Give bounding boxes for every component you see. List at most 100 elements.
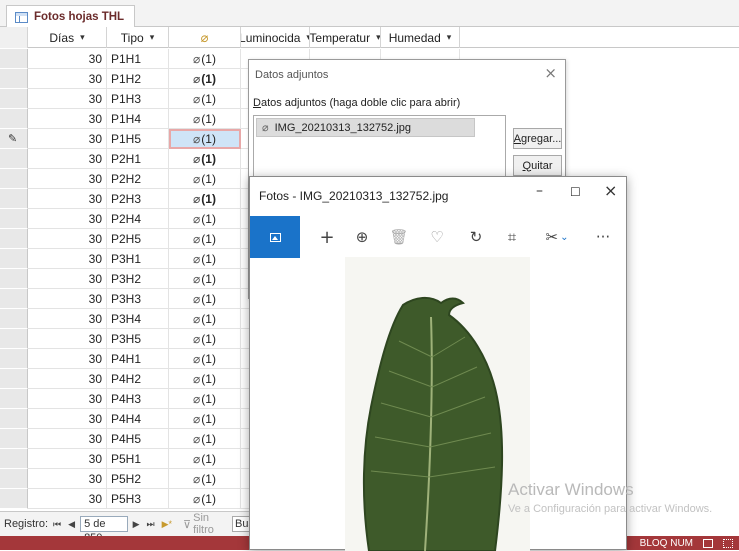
cell-attachment[interactable]: ⌀ (1) xyxy=(169,229,241,249)
record-selector[interactable] xyxy=(0,429,28,449)
cell-tipo[interactable]: P5H2 xyxy=(107,469,169,489)
cell-dias[interactable]: 30 xyxy=(28,489,107,509)
maximize-button[interactable]: ☐ xyxy=(570,185,581,199)
cell-tipo[interactable]: P2H4 xyxy=(107,209,169,229)
cell-tipo[interactable]: P2H3 xyxy=(107,189,169,209)
cell-attachment[interactable]: ⌀ (1) xyxy=(169,369,241,389)
add-icon[interactable]: + xyxy=(312,216,342,258)
column-header-dias[interactable]: Días ▾ xyxy=(28,27,107,48)
record-selector[interactable] xyxy=(0,489,28,509)
cell-dias[interactable]: 30 xyxy=(28,289,107,309)
design-view-icon[interactable] xyxy=(723,538,733,548)
last-record-button[interactable]: ⏭ xyxy=(145,519,157,530)
cell-tipo[interactable]: P2H2 xyxy=(107,169,169,189)
record-selector[interactable] xyxy=(0,249,28,269)
cell-dias[interactable]: 30 xyxy=(28,129,107,149)
more-options-button[interactable]: ··· xyxy=(588,216,618,258)
cell-tipo[interactable]: P3H1 xyxy=(107,249,169,269)
cell-attachment[interactable]: ⌀ (1) xyxy=(169,269,241,289)
record-selector[interactable] xyxy=(0,309,28,329)
cell-attachment[interactable]: ⌀ (1) xyxy=(169,169,241,189)
delete-icon[interactable]: 🗑︎ xyxy=(384,216,414,258)
record-selector[interactable] xyxy=(0,289,28,309)
column-header-luminosidad[interactable]: Luminocida▾ xyxy=(241,27,310,48)
cell-attachment[interactable]: ⌀ (1) xyxy=(169,429,241,449)
cell-tipo[interactable]: P4H2 xyxy=(107,369,169,389)
record-selector[interactable] xyxy=(0,49,28,69)
cell-tipo[interactable]: P4H1 xyxy=(107,349,169,369)
cell-tipo[interactable]: P3H2 xyxy=(107,269,169,289)
cell-dias[interactable]: 30 xyxy=(28,449,107,469)
record-selector[interactable] xyxy=(0,209,28,229)
cell-tipo[interactable]: P1H1 xyxy=(107,49,169,69)
cell-tipo[interactable]: P4H4 xyxy=(107,409,169,429)
cell-attachment[interactable]: ⌀ (1) xyxy=(169,89,241,109)
cell-dias[interactable]: 30 xyxy=(28,389,107,409)
filter-toggle[interactable]: ⊽ Sin filtro xyxy=(183,512,229,536)
dialog-close-button[interactable]: × xyxy=(544,64,557,82)
cell-tipo[interactable]: P5H3 xyxy=(107,489,169,509)
cell-attachment[interactable]: ⌀ (1) xyxy=(169,149,241,169)
new-record-button[interactable]: ▶* xyxy=(160,519,174,530)
cell-attachment[interactable]: ⌀ (1) xyxy=(169,249,241,269)
cell-attachment[interactable]: ⌀ (1) xyxy=(169,69,241,89)
datasheet-view-icon[interactable] xyxy=(703,538,713,548)
crop-icon[interactable]: ⌗ xyxy=(497,216,527,258)
cell-dias[interactable]: 30 xyxy=(28,409,107,429)
tab-fotos-hojas-thl[interactable]: Fotos hojas THL xyxy=(6,5,136,28)
cell-dias[interactable]: 30 xyxy=(28,209,107,229)
cell-dias[interactable]: 30 xyxy=(28,189,107,209)
cell-attachment[interactable]: ⌀ (1) xyxy=(169,389,241,409)
cell-dias[interactable]: 30 xyxy=(28,69,107,89)
rotate-icon[interactable]: ↻ xyxy=(461,216,491,258)
cell-tipo[interactable]: P2H5 xyxy=(107,229,169,249)
cell-tipo[interactable]: P3H3 xyxy=(107,289,169,309)
column-header-temperatura[interactable]: Temperatur ▾ xyxy=(310,27,381,48)
first-record-button[interactable]: ⏮ xyxy=(51,519,63,530)
cell-attachment[interactable]: ⌀ (1) xyxy=(169,129,241,149)
dropdown-arrow-icon[interactable]: ▾ xyxy=(80,32,85,43)
column-header-humedad[interactable]: Humedad ▾ xyxy=(381,27,460,48)
record-selector[interactable] xyxy=(0,229,28,249)
record-selector[interactable] xyxy=(0,189,28,209)
cell-dias[interactable]: 30 xyxy=(28,89,107,109)
cell-tipo[interactable]: P5H1 xyxy=(107,449,169,469)
cell-dias[interactable]: 30 xyxy=(28,469,107,489)
cell-attachment[interactable]: ⌀ (1) xyxy=(169,49,241,69)
cell-dias[interactable]: 30 xyxy=(28,329,107,349)
cell-attachment[interactable]: ⌀ (1) xyxy=(169,189,241,209)
record-selector[interactable] xyxy=(0,69,28,89)
record-selector[interactable] xyxy=(0,469,28,489)
record-selector[interactable] xyxy=(0,149,28,169)
cell-attachment[interactable]: ⌀ (1) xyxy=(169,409,241,429)
cell-tipo[interactable]: P3H4 xyxy=(107,309,169,329)
next-record-button[interactable]: ▶ xyxy=(131,519,142,530)
cell-dias[interactable]: 30 xyxy=(28,49,107,69)
cell-dias[interactable]: 30 xyxy=(28,429,107,449)
attachment-item[interactable]: ⌀ IMG_20210313_132752.jpg xyxy=(256,118,475,137)
cell-tipo[interactable]: P3H5 xyxy=(107,329,169,349)
cell-attachment[interactable]: ⌀ (1) xyxy=(169,109,241,129)
record-selector[interactable] xyxy=(0,269,28,289)
cell-dias[interactable]: 30 xyxy=(28,169,107,189)
cell-attachment[interactable]: ⌀ (1) xyxy=(169,349,241,369)
cell-attachment[interactable]: ⌀ (1) xyxy=(169,209,241,229)
cell-tipo[interactable]: P1H4 xyxy=(107,109,169,129)
cell-attachment[interactable]: ⌀ (1) xyxy=(169,289,241,309)
previous-record-button[interactable]: ◀ xyxy=(66,519,77,530)
record-selector[interactable]: ✎ xyxy=(0,129,28,149)
record-selector[interactable] xyxy=(0,409,28,429)
cell-dias[interactable]: 30 xyxy=(28,309,107,329)
dropdown-arrow-icon[interactable]: ▾ xyxy=(376,32,380,43)
cell-tipo[interactable]: P4H3 xyxy=(107,389,169,409)
cell-tipo[interactable]: P2H1 xyxy=(107,149,169,169)
cell-tipo[interactable]: P1H5 xyxy=(107,129,169,149)
dropdown-arrow-icon[interactable]: ▾ xyxy=(150,32,155,43)
record-selector[interactable] xyxy=(0,109,28,129)
cell-dias[interactable]: 30 xyxy=(28,109,107,129)
dropdown-arrow-icon[interactable]: ▾ xyxy=(447,32,452,43)
record-selector[interactable] xyxy=(0,449,28,469)
cell-dias[interactable]: 30 xyxy=(28,369,107,389)
current-record-field[interactable]: 5 de 850 xyxy=(80,516,128,544)
cell-dias[interactable]: 30 xyxy=(28,269,107,289)
